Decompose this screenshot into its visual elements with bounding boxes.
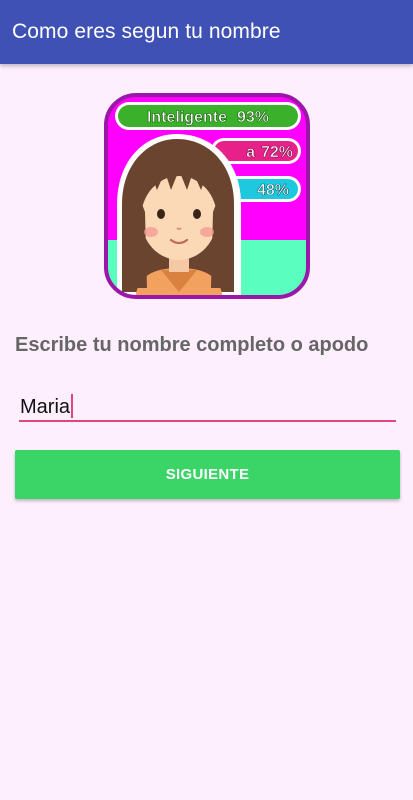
name-input-value[interactable]: Maria xyxy=(20,394,74,419)
svg-text:48%: 48% xyxy=(257,182,289,199)
svg-text:Inteligente93%: Inteligente 93% xyxy=(147,109,269,126)
app-screen: Como eres segun tu nombre Inteligente 93% xyxy=(0,0,413,800)
name-input[interactable]: Maria xyxy=(19,384,396,422)
hero-image: Inteligente 93% a 72% 48% xyxy=(103,92,311,300)
hero-illustration: Inteligente 93% a 72% 48% xyxy=(104,93,310,299)
app-title: Como eres segun tu nombre xyxy=(12,20,281,43)
svg-text:a72%: a 72% xyxy=(246,144,293,161)
name-prompt-label: Escribe tu nombre completo o apodo xyxy=(15,334,369,356)
girl-character-icon xyxy=(117,134,241,297)
app-bar: Como eres segun tu nombre xyxy=(0,0,413,64)
text-cursor xyxy=(71,394,74,418)
stat-bar-intelligence: Inteligente 93% xyxy=(115,102,301,130)
next-button[interactable]: SIGUIENTE xyxy=(15,450,400,499)
